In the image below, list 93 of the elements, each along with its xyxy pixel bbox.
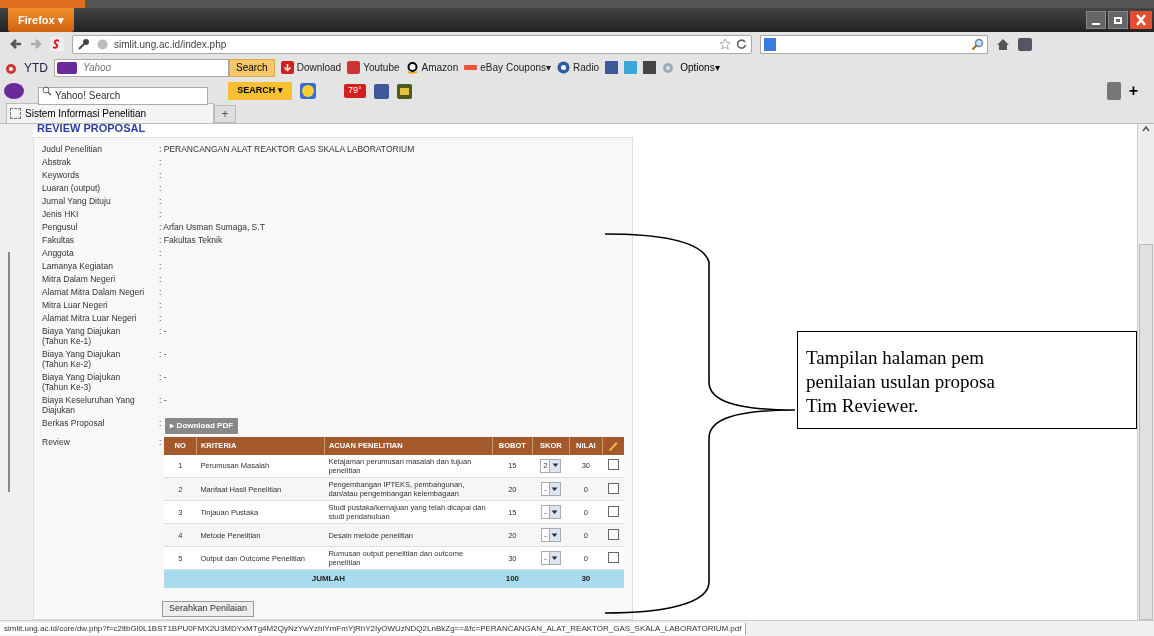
- toolbar-link[interactable]: Amazon: [421, 60, 459, 75]
- yahoo-search-field[interactable]: Yahoo! Search: [38, 86, 208, 105]
- field-value: :: [159, 208, 162, 219]
- field-value: :: [159, 247, 162, 258]
- section-heading: REVIEW PROPOSAL: [36, 124, 147, 134]
- field-label: Mitra Dalam Negeri: [42, 273, 117, 284]
- field-label: Berkas Proposal: [42, 417, 106, 430]
- toolbar-link[interactable]: Coupons▾: [506, 60, 552, 75]
- browser-tab[interactable]: Sistem Informasi Penelitian: [6, 103, 214, 123]
- smiley-icon[interactable]: [300, 83, 316, 99]
- field-label: Biaya Yang Diajukan (Tahun Ke-3): [42, 371, 122, 392]
- field-value: :: [159, 195, 162, 206]
- field-value: :: [159, 436, 162, 449]
- field-label: Alamat Mitra Dalam Negeri: [42, 286, 146, 297]
- annotation-text: penilaian usulan proposa: [806, 370, 996, 394]
- status-bar-url: simlit.ung.ac.id/core/dw.php?f=c2ltbGl0L1BST1BPU0FMX2U3MDYxMTg4M2QyNzYwYzhiYmFmYjRhY2IyOWUzNDQ2LnBkZg==&fc=PERANCANGAN_ALAT_REAKTOR_GAS_SKALA_LABORATORIUM.pdf: [0, 622, 747, 635]
- checkbox[interactable]: [607, 505, 619, 517]
- checkbox[interactable]: [607, 459, 619, 471]
- annotation-text: Tim Reviewer.: [806, 394, 920, 418]
- home-icon[interactable]: [996, 37, 1010, 51]
- checkbox[interactable]: [607, 528, 619, 540]
- search-field[interactable]: [760, 34, 988, 54]
- toolbar-link[interactable]: Youtube: [363, 60, 400, 75]
- field-label: Abstrak: [42, 156, 72, 167]
- key-icon: [77, 37, 91, 51]
- reload-icon[interactable]: [737, 39, 747, 49]
- field-label: Biaya Yang Diajukan (Tahun Ke-2): [42, 348, 122, 369]
- yahoo-field[interactable]: Yahoo: [54, 58, 229, 77]
- globe-icon: [97, 38, 108, 50]
- field-label: Keywords: [42, 169, 81, 180]
- amazon-icon: [405, 61, 419, 74]
- field-value: :: [159, 156, 162, 167]
- field-label: Luaran (output): [42, 182, 102, 193]
- close-icon[interactable]: [1130, 11, 1152, 29]
- field-value: : -: [159, 325, 167, 338]
- pencil-icon: [607, 439, 620, 452]
- field-label: Pengusul: [42, 221, 79, 232]
- toolbar-link[interactable]: Radio: [573, 60, 600, 75]
- checkbox[interactable]: [607, 551, 619, 563]
- field-value: : Fakultas Teknik: [159, 234, 223, 245]
- field-label: Review: [42, 436, 71, 449]
- field-value: : Arfan Usman Sumaga, S.T: [159, 221, 265, 232]
- new-tab-button[interactable]: +: [214, 105, 236, 123]
- download-icon: [280, 61, 294, 74]
- field-value: :: [159, 182, 162, 193]
- minimize-icon[interactable]: [1086, 11, 1106, 29]
- toolbar-link[interactable]: Download: [296, 60, 342, 75]
- add-button[interactable]: +: [1128, 79, 1138, 103]
- field-value: :: [159, 286, 162, 297]
- search-button[interactable]: Search: [229, 58, 275, 77]
- restore-icon[interactable]: [1108, 11, 1128, 29]
- field-value: :: [159, 299, 162, 310]
- address-bar[interactable]: simlit.ung.ac.id/index.php: [72, 34, 752, 54]
- page-icon: [10, 108, 21, 119]
- field-value: : PERANCANGAN ALAT REAKTOR GAS SKALA LABORATORIUM: [159, 143, 415, 154]
- address-text: simlit.ung.ac.id/index.php: [114, 37, 227, 52]
- toolbar-link[interactable]: eBay: [480, 60, 503, 75]
- field-label: Jurnal Yang Dituju: [42, 195, 112, 206]
- field-label: Alamat Mitra Luar Negeri: [42, 312, 138, 323]
- field-value: :: [159, 417, 162, 430]
- field-label: Fakultas: [42, 234, 76, 245]
- back-icon[interactable]: [10, 38, 22, 50]
- star-icon[interactable]: [719, 38, 731, 50]
- field-value: :: [159, 312, 162, 323]
- field-value: : -: [159, 348, 167, 361]
- field-label: Lamanya Kegiatan: [42, 260, 114, 271]
- field-value: :: [159, 273, 162, 284]
- download-pdf-button[interactable]: ▸ Download PDF: [165, 417, 239, 434]
- extension-icon[interactable]: [50, 37, 64, 51]
- folder-icon[interactable]: [396, 83, 412, 99]
- field-label: Judul Penelitian: [42, 143, 103, 154]
- field-label: Mitra Luar Negeri: [42, 299, 109, 310]
- radio-icon: [557, 61, 571, 74]
- field-label: Jenis HKI: [42, 208, 80, 219]
- search-icon: [42, 86, 52, 96]
- options-menu[interactable]: Options▾: [680, 60, 720, 75]
- checkbox[interactable]: [607, 482, 619, 494]
- field-value: : -: [159, 394, 167, 407]
- scroll-up-icon: [1141, 124, 1151, 134]
- annotation-text: Tampilan halaman pem: [806, 346, 986, 370]
- search-button[interactable]: SEARCH ▾: [228, 82, 292, 100]
- field-value: :: [159, 260, 162, 271]
- field-value: : -: [159, 371, 167, 384]
- submit-button[interactable]: Serahkan Penilaian: [162, 600, 255, 617]
- temperature-badge[interactable]: 79°: [344, 84, 366, 98]
- search-icon: [971, 37, 984, 51]
- field-label: Anggota: [42, 247, 75, 258]
- toolbar-brand[interactable]: YTD: [24, 58, 48, 77]
- field-label: Biaya Yang Diajukan (Tahun Ke-1): [42, 325, 122, 346]
- scrollbar[interactable]: [1137, 124, 1154, 620]
- tab-title: Sistem Informasi Penelitian: [25, 107, 147, 121]
- field-label: Biaya Keseluruhan Yang Diajukan: [42, 394, 136, 415]
- field-value: :: [159, 169, 162, 180]
